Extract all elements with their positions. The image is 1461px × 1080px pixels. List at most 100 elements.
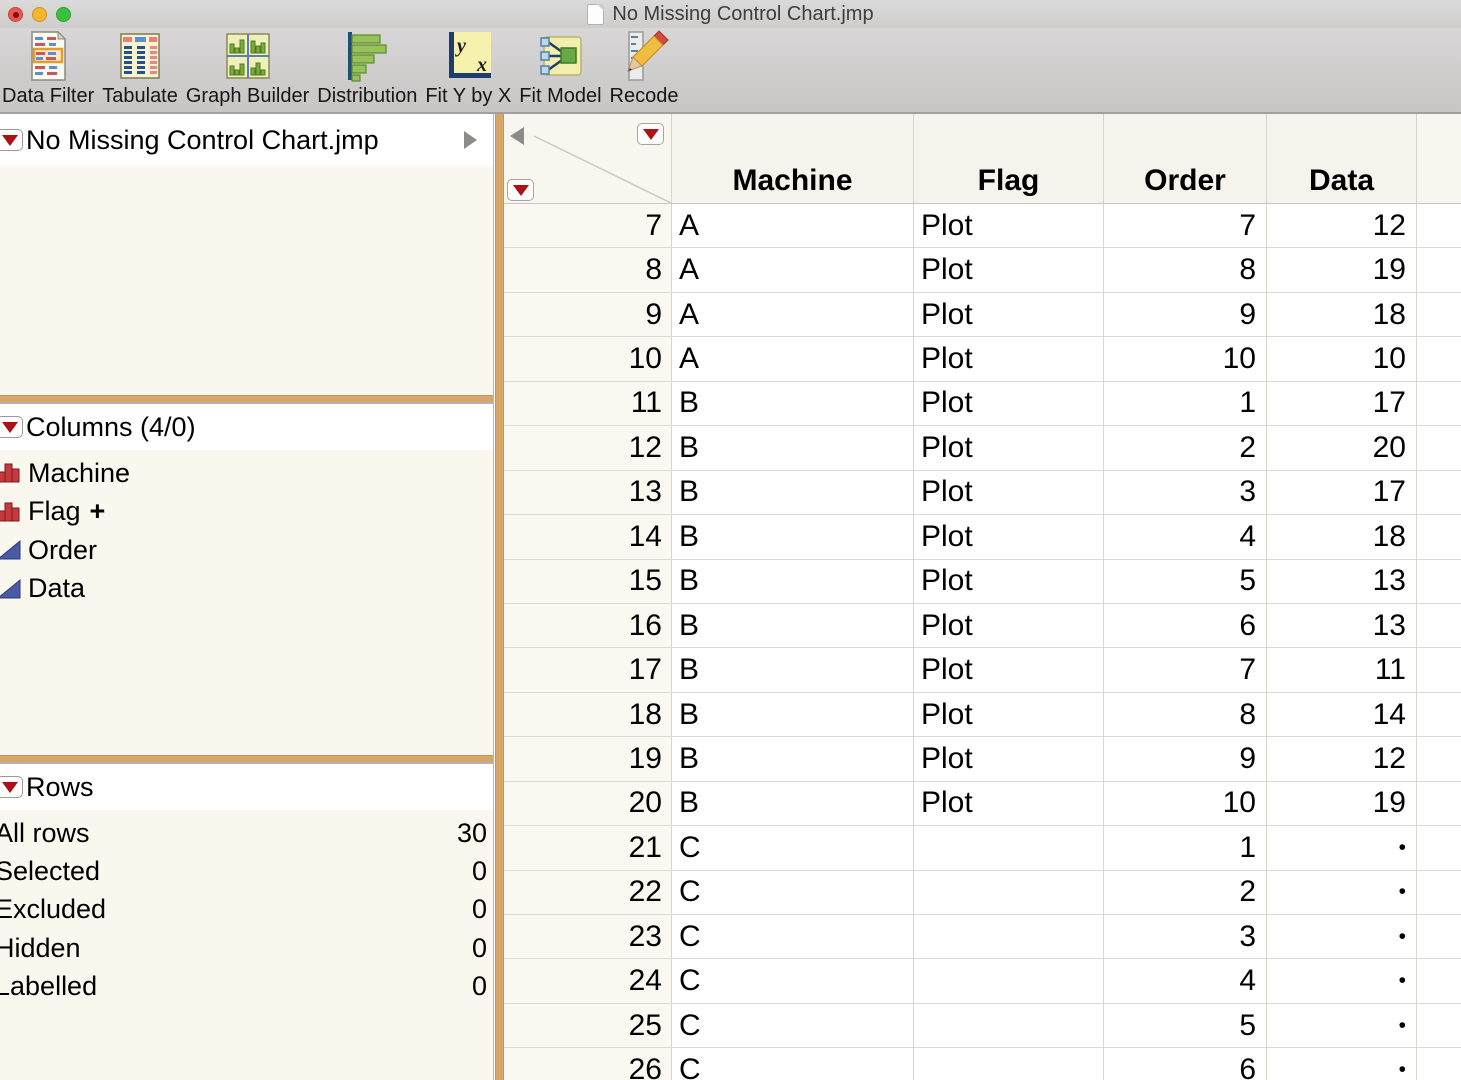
row-number-cell[interactable]: 21 [504, 826, 672, 871]
order-cell[interactable]: 3 [1104, 915, 1267, 960]
data-cell[interactable]: 13 [1267, 603, 1417, 649]
data-cell[interactable]: 18 [1267, 515, 1417, 560]
data-cell[interactable]: • [1267, 915, 1417, 960]
data-cell[interactable]: 17 [1267, 381, 1417, 427]
order-cell[interactable]: 2 [1104, 426, 1267, 471]
panel-expand-icon[interactable] [464, 131, 477, 149]
order-cell[interactable]: 4 [1104, 515, 1267, 560]
machine-cell[interactable]: B [672, 781, 914, 827]
order-cell[interactable]: 9 [1104, 292, 1267, 338]
machine-cell[interactable]: B [672, 692, 914, 738]
row-number-cell[interactable]: 13 [504, 470, 672, 516]
flag-cell[interactable] [914, 915, 1104, 960]
order-cell[interactable]: 3 [1104, 470, 1267, 516]
row-number-cell[interactable]: 10 [504, 337, 672, 382]
data-cell[interactable]: • [1267, 826, 1417, 871]
machine-cell[interactable]: C [672, 959, 914, 1004]
flag-cell[interactable]: Plot [914, 292, 1104, 338]
flag-cell[interactable]: Plot [914, 559, 1104, 604]
fit-model-button[interactable]: Fit Model [519, 28, 602, 108]
sidebar-splitter[interactable] [495, 114, 504, 1080]
flag-cell[interactable] [914, 870, 1104, 915]
row-number-cell[interactable]: 24 [504, 959, 672, 1004]
rows-panel-menu-button[interactable] [0, 776, 23, 798]
row-number-cell[interactable]: 8 [504, 248, 672, 293]
column-header-flag[interactable]: Flag [914, 114, 1104, 203]
machine-cell[interactable]: B [672, 648, 914, 693]
machine-cell[interactable]: A [672, 292, 914, 338]
stat-excluded[interactable]: Excluded 0 [0, 891, 493, 929]
flag-cell[interactable]: Plot [914, 204, 1104, 249]
panel-splitter[interactable] [0, 755, 493, 764]
stat-all-rows[interactable]: All rows 30 [0, 814, 493, 852]
machine-cell[interactable]: B [672, 470, 914, 516]
machine-cell[interactable]: B [672, 515, 914, 560]
data-cell[interactable]: 11 [1267, 648, 1417, 693]
data-cell[interactable]: 12 [1267, 204, 1417, 249]
column-header-data[interactable]: Data [1267, 114, 1417, 203]
flag-cell[interactable]: Plot [914, 648, 1104, 693]
order-cell[interactable]: 6 [1104, 1048, 1267, 1080]
recode-button[interactable]: Recode [610, 28, 678, 108]
column-header-order[interactable]: Order [1104, 114, 1267, 203]
row-number-cell[interactable]: 23 [504, 915, 672, 960]
data-cell[interactable]: • [1267, 959, 1417, 1004]
flag-cell[interactable] [914, 959, 1104, 1004]
machine-cell[interactable]: A [672, 337, 914, 382]
data-cell[interactable]: • [1267, 1003, 1417, 1049]
machine-cell[interactable]: B [672, 559, 914, 604]
row-number-cell[interactable]: 18 [504, 692, 672, 738]
column-item-order[interactable]: Order [0, 531, 493, 570]
stat-hidden[interactable]: Hidden 0 [0, 929, 493, 967]
row-number-cell[interactable]: 17 [504, 648, 672, 693]
columns-menu-button[interactable] [637, 123, 664, 145]
machine-cell[interactable]: C [672, 1048, 914, 1080]
row-number-cell[interactable]: 7 [504, 204, 672, 249]
table-panel-menu-button[interactable] [0, 129, 23, 151]
panel-splitter[interactable] [0, 395, 493, 404]
data-cell[interactable]: • [1267, 870, 1417, 915]
data-cell[interactable]: 14 [1267, 692, 1417, 738]
fit-y-by-x-button[interactable]: y x Fit Y by X [425, 28, 511, 108]
data-cell[interactable]: 10 [1267, 337, 1417, 382]
data-cell[interactable]: 19 [1267, 781, 1417, 827]
flag-cell[interactable] [914, 826, 1104, 871]
data-cell[interactable]: 13 [1267, 559, 1417, 604]
order-cell[interactable]: 1 [1104, 826, 1267, 871]
machine-cell[interactable]: C [672, 915, 914, 960]
rows-menu-button[interactable] [507, 179, 534, 201]
row-number-cell[interactable]: 15 [504, 559, 672, 604]
column-item-machine[interactable]: Machine [0, 454, 493, 493]
flag-cell[interactable]: Plot [914, 515, 1104, 560]
machine-cell[interactable]: B [672, 426, 914, 471]
machine-cell[interactable]: C [672, 1003, 914, 1049]
column-item-data[interactable]: Data [0, 570, 493, 609]
flag-cell[interactable]: Plot [914, 381, 1104, 427]
data-filter-button[interactable]: Data Filter [2, 28, 94, 108]
flag-cell[interactable]: Plot [914, 470, 1104, 516]
order-cell[interactable]: 1 [1104, 381, 1267, 427]
data-cell[interactable]: 19 [1267, 248, 1417, 293]
machine-cell[interactable]: C [672, 826, 914, 871]
flag-cell[interactable]: Plot [914, 337, 1104, 382]
machine-cell[interactable]: B [672, 603, 914, 649]
data-cell[interactable]: 17 [1267, 470, 1417, 516]
machine-cell[interactable]: C [672, 870, 914, 915]
column-item-flag[interactable]: Flag + [0, 493, 493, 532]
machine-cell[interactable]: A [672, 248, 914, 293]
order-cell[interactable]: 7 [1104, 648, 1267, 693]
data-cell[interactable]: 18 [1267, 292, 1417, 338]
data-cell[interactable]: 12 [1267, 737, 1417, 782]
machine-cell[interactable]: B [672, 381, 914, 427]
flag-cell[interactable]: Plot [914, 248, 1104, 293]
machine-cell[interactable]: B [672, 737, 914, 782]
order-cell[interactable]: 8 [1104, 248, 1267, 293]
data-cell[interactable]: • [1267, 1048, 1417, 1080]
row-number-cell[interactable]: 12 [504, 426, 672, 471]
machine-cell[interactable]: A [672, 204, 914, 249]
order-cell[interactable]: 5 [1104, 559, 1267, 604]
flag-cell[interactable]: Plot [914, 737, 1104, 782]
row-number-cell[interactable]: 11 [504, 381, 672, 427]
row-number-cell[interactable]: 16 [504, 603, 672, 649]
hide-panel-icon[interactable] [510, 127, 524, 145]
